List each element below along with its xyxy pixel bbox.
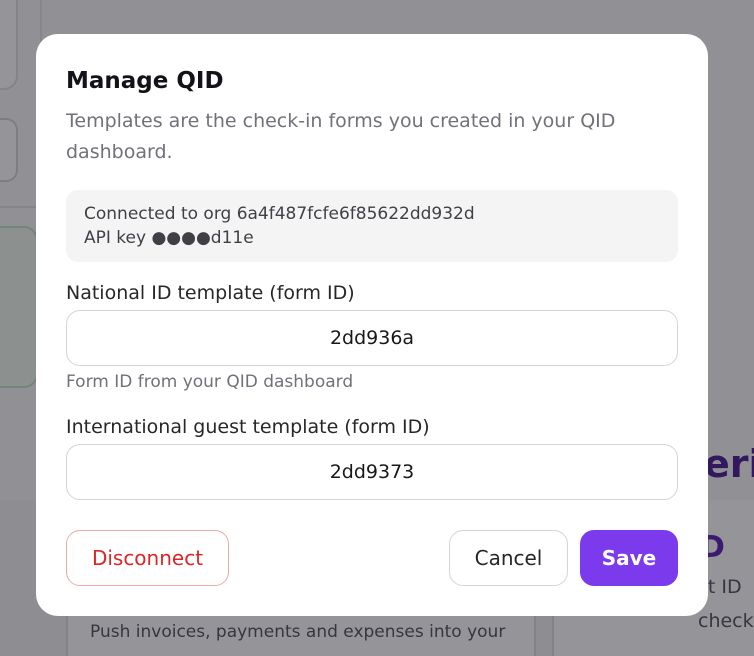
international-template-label: International guest template (form ID) — [66, 416, 430, 438]
international-template-input[interactable] — [66, 444, 678, 500]
api-key-text: API key ●●●●d11e — [84, 228, 254, 248]
disconnect-button[interactable]: Disconnect — [66, 530, 229, 586]
national-template-input[interactable] — [66, 310, 678, 366]
connection-info-box: Connected to org 6a4f487fcfe6f85622dd932… — [66, 190, 678, 262]
cancel-button[interactable]: Cancel — [449, 530, 568, 586]
save-button[interactable]: Save — [580, 530, 678, 586]
manage-qid-dialog: Manage QID Templates are the check-in fo… — [36, 34, 708, 616]
connected-org-text: Connected to org 6a4f487fcfe6f85622dd932… — [84, 204, 475, 224]
dialog-title: Manage QID — [66, 68, 224, 94]
national-template-hint: Form ID from your QID dashboard — [66, 372, 354, 392]
dialog-subtitle: Templates are the check-in forms you cre… — [66, 110, 616, 163]
national-template-label: National ID template (form ID) — [66, 282, 355, 304]
